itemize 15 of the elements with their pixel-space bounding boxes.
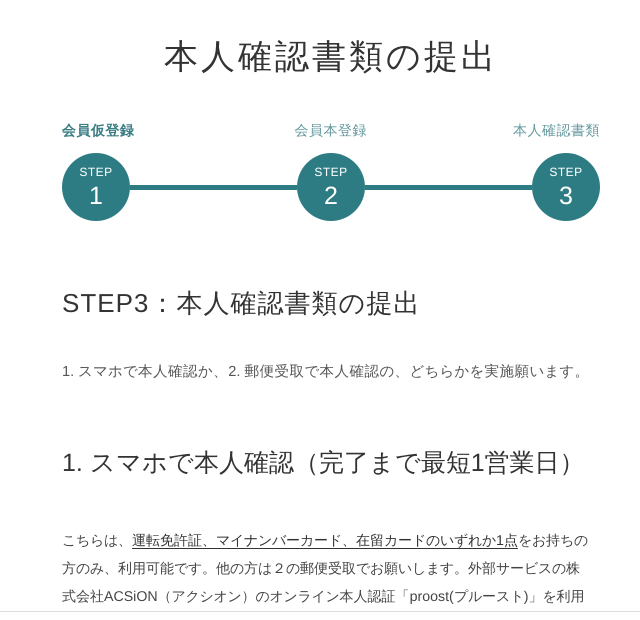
- step-number: 3: [559, 183, 573, 209]
- section-heading: STEP3：本人確認書類の提出: [62, 287, 422, 320]
- step-caption: STEP: [314, 165, 348, 179]
- step-caption: STEP: [549, 165, 583, 179]
- document-link[interactable]: 運転免許証、マイナンバーカード、在留カードのいずれか1点: [132, 533, 518, 549]
- subsection-heading: 1. スマホで本人確認（完了まで最短1営業日）: [62, 448, 586, 479]
- step-label: 会員仮登録: [62, 121, 134, 140]
- page-title: 本人確認書類の提出: [164, 37, 498, 78]
- description-paragraph: こちらは、運転免許証、マイナンバーカード、在留カードのいずれか1点をお持ちの方のみ、利用可能です。他の方は２の郵便受取でお願いします。外部サービスの株式会社ACSiON（アクシオン）のオンライン本人認証「proost(プルースト)」を利用: [62, 532, 589, 607]
- step-number: 2: [324, 183, 338, 209]
- step-number: 1: [89, 183, 103, 209]
- step-label: 本人確認書類: [512, 121, 600, 140]
- step-label: 会員本登録: [294, 121, 368, 140]
- step-caption: STEP: [79, 165, 113, 179]
- intro-text: 1. スマホで本人確認か、2. 郵便受取で本人確認の、どちらかを実施願います。: [62, 362, 590, 382]
